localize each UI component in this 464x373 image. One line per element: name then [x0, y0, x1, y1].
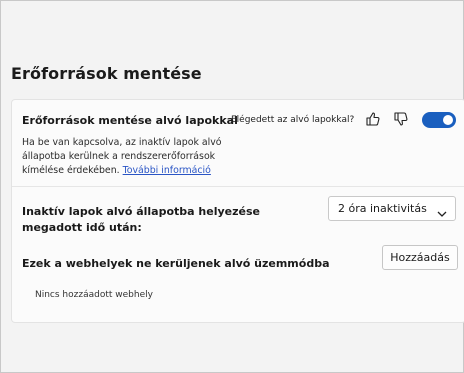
feedback-label: Elégedett az alvó lapokkal? [231, 115, 355, 125]
sleeping-tabs-title: Erőforrások mentése alvó lapokkal [22, 114, 238, 127]
thumbs-up-icon[interactable] [365, 111, 381, 127]
thumbs-down-icon[interactable] [393, 111, 409, 127]
settings-card: Erőforrások mentése alvó lapokkal Ha be … [11, 99, 464, 323]
inactive-timeout-label: Inaktív lapok alvó állapotba helyezése m… [22, 205, 260, 234]
never-sleep-sites-label: Ezek a webhelyek ne kerüljenek alvó üzem… [22, 257, 330, 270]
more-info-link[interactable]: További információ [123, 165, 211, 176]
sleeping-tabs-description: Ha be van kapcsolva, az inaktív lapok al… [22, 136, 227, 178]
sleeping-tabs-row: Erőforrások mentése alvó lapokkal Ha be … [12, 100, 464, 187]
inactive-timeout-dropdown[interactable]: 2 óra inaktivitás [328, 196, 456, 221]
dropdown-selected-value: 2 óra inaktivitás [338, 202, 427, 215]
sleeping-tabs-toggle[interactable] [422, 112, 456, 128]
chevron-down-icon [437, 204, 447, 217]
settings-window: Erőforrások mentése Erőforrások mentése … [0, 0, 464, 373]
add-site-button[interactable]: Hozzáadás [382, 245, 458, 270]
empty-sites-text: Nincs hozzáadott webhely [35, 290, 153, 300]
toggle-knob [443, 115, 453, 125]
page-title: Erőforrások mentése [11, 64, 202, 83]
